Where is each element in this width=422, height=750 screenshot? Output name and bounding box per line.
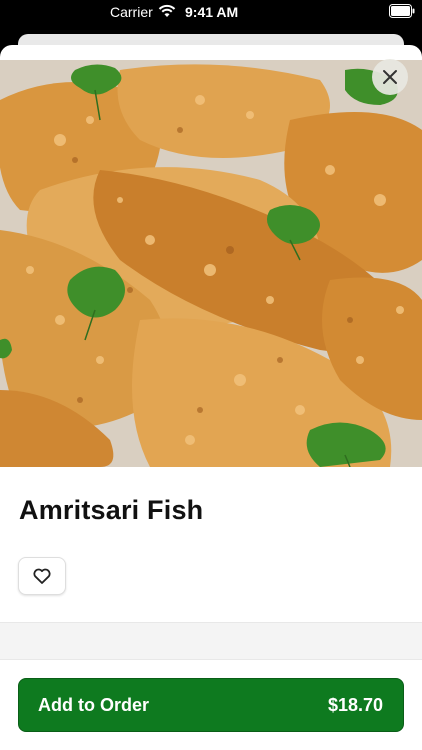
add-to-order-label: Add to Order bbox=[38, 695, 149, 715]
item-detail-sheet: Amritsari Fish Add to Order $18.70 bbox=[0, 45, 422, 750]
status-bar: Carrier 9:41 AM bbox=[0, 0, 422, 26]
heart-outline-icon bbox=[33, 568, 51, 584]
favorite-button[interactable] bbox=[18, 557, 66, 595]
battery-icon bbox=[389, 4, 415, 18]
close-icon bbox=[383, 70, 397, 84]
clock-label: 9:41 AM bbox=[185, 4, 239, 20]
section-divider bbox=[0, 622, 422, 660]
price-label: $18.70 bbox=[327, 695, 383, 715]
add-to-order-button[interactable]: Add to Order $18.70 bbox=[18, 678, 404, 732]
carrier-label: Carrier bbox=[110, 4, 153, 20]
close-button[interactable] bbox=[372, 59, 408, 95]
item-title: Amritsari Fish bbox=[19, 495, 204, 525]
food-image-illustration bbox=[0, 60, 422, 467]
wifi-icon bbox=[158, 4, 176, 17]
food-image bbox=[0, 60, 422, 467]
